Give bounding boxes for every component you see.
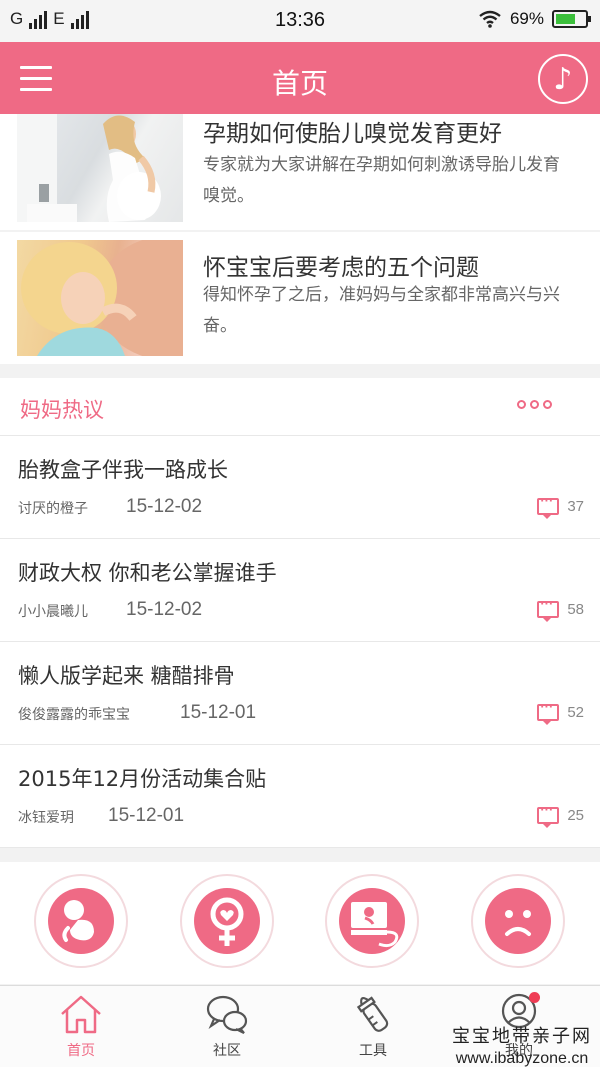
topic-title: 财政大权 你和老公掌握谁手	[18, 561, 277, 585]
topic-author: 冰钰爱玥	[18, 810, 74, 826]
tools-row	[0, 862, 600, 984]
comment-icon	[537, 493, 560, 519]
topic-title: 胎教盒子伴我一路成长	[18, 458, 228, 482]
app-header: 首页 ♪	[0, 42, 600, 114]
status-bar: G E 13:36 69%	[0, 0, 600, 42]
topic-date: 15-12-01	[180, 702, 257, 723]
sad-face-icon	[485, 888, 551, 954]
topic-author: 讨厌的橙子	[18, 501, 88, 517]
wifi-icon	[479, 10, 501, 28]
article-item[interactable]: 孕期如何使胎儿嗅觉发育更好 专家就为大家讲解在孕期如何刺激诱导胎儿发育嗅觉。	[0, 114, 600, 230]
hot-discussion-section: 妈妈热议 胎教盒子伴我一路成长 讨厌的橙子 15-12-02 37 财政大权 你…	[0, 378, 600, 848]
topic-title: 2015年12月份活动集合贴	[18, 767, 267, 791]
comment-count-value: 52	[567, 704, 584, 721]
notification-badge	[529, 992, 540, 1003]
chat-bubbles-icon	[206, 995, 248, 1034]
section-title: 妈妈热议	[20, 398, 104, 422]
fetus-icon	[48, 888, 114, 954]
tab-community[interactable]: 社区	[152, 986, 302, 1067]
topic-date: 15-12-01	[108, 805, 185, 826]
pregnancy-tool-button[interactable]	[180, 874, 274, 968]
comment-count-value: 58	[567, 601, 584, 618]
topic-date: 15-12-02	[126, 496, 203, 517]
mood-tool-button[interactable]	[471, 874, 565, 968]
music-note-icon[interactable]: ♪	[538, 54, 588, 104]
tab-label: 社区	[213, 1043, 241, 1059]
section-header: 妈妈热议	[0, 378, 600, 436]
comment-count-value: 37	[567, 498, 584, 515]
comment-count: 58	[537, 596, 584, 622]
child-and-belly-photo	[21, 236, 237, 360]
topic-date: 15-12-02	[126, 599, 203, 620]
comment-icon	[537, 596, 560, 622]
topic-row[interactable]: 懒人版学起来 糖醋排骨 俊俊露露的乖宝宝 15-12-01 52	[0, 642, 600, 745]
page-title: 首页	[271, 67, 328, 100]
article-thumbnail	[17, 114, 183, 222]
article-item[interactable]: 怀宝宝后要考虑的五个问题 得知怀孕了之后，准妈妈与全家都非常高兴与兴奋。	[0, 232, 600, 364]
tab-home[interactable]: 首页	[6, 986, 156, 1067]
topic-row[interactable]: 2015年12月份活动集合贴 冰钰爱玥 15-12-01 25	[0, 745, 600, 848]
watermark-url: www.ibabyzone.cn	[455, 1050, 589, 1067]
home-icon	[61, 995, 101, 1034]
topic-author: 小小晨曦儿	[18, 604, 88, 620]
battery-level	[556, 14, 576, 24]
site-watermark: 宝宝地带亲子网 www.ibabyzone.cn	[452, 1022, 592, 1067]
battery-percent: 69%	[509, 9, 544, 28]
article-title: 怀宝宝后要考虑的五个问题	[203, 255, 479, 281]
ultrasound-tool-button[interactable]	[325, 874, 419, 968]
comment-icon	[537, 699, 560, 725]
baby-bottle-icon	[356, 996, 389, 1032]
comment-count: 25	[537, 802, 584, 828]
tab-tools[interactable]: 工具	[298, 986, 448, 1067]
article-thumbnail	[17, 236, 237, 360]
topic-author: 俊俊露露的乖宝宝	[18, 707, 130, 723]
topic-title: 懒人版学起来 糖醋排骨	[18, 664, 235, 688]
more-icon[interactable]	[517, 400, 552, 409]
female-heart-icon	[194, 888, 260, 954]
comment-count: 52	[537, 699, 584, 725]
tab-label: 工具	[359, 1043, 387, 1059]
fetus-tool-button[interactable]	[34, 874, 128, 968]
ultrasound-monitor-icon	[339, 888, 405, 954]
status-right: 69%	[478, 9, 591, 29]
tab-label: 首页	[67, 1043, 95, 1059]
topic-row[interactable]: 财政大权 你和老公掌握谁手 小小晨曦儿 15-12-02 58	[0, 539, 600, 642]
article-description: 专家就为大家讲解在孕期如何刺激诱导胎儿发育嗅觉。	[203, 155, 560, 206]
comment-icon	[537, 802, 560, 828]
comment-count: 37	[537, 493, 584, 519]
watermark-site-name: 宝宝地带亲子网	[452, 1026, 592, 1047]
article-description: 得知怀孕了之后，准妈妈与全家都非常高兴与兴奋。	[203, 285, 560, 336]
topic-row[interactable]: 胎教盒子伴我一路成长 讨厌的橙子 15-12-02 37	[0, 436, 600, 539]
article-title: 孕期如何使胎儿嗅觉发育更好	[203, 121, 502, 147]
comment-count-value: 25	[567, 807, 584, 824]
battery-icon	[552, 10, 591, 28]
pregnant-woman-photo	[17, 114, 161, 222]
